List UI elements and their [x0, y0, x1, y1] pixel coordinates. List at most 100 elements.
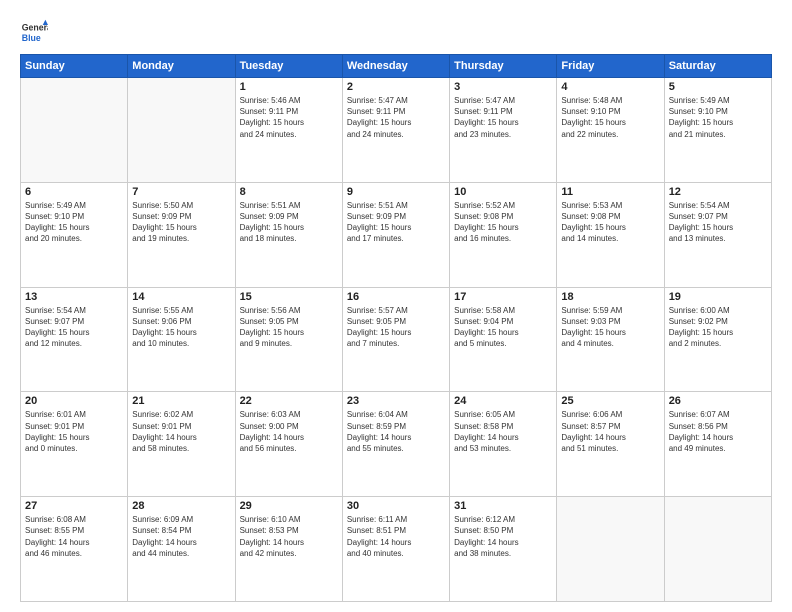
- weekday-header: Friday: [557, 55, 664, 78]
- calendar-day-cell: 14 Sunrise: 5:55 AMSunset: 9:06 PMDayligh…: [128, 287, 235, 392]
- day-number: 7: [132, 186, 230, 198]
- header: General Blue: [20, 18, 772, 46]
- calendar-week-row: 20 Sunrise: 6:01 AMSunset: 9:01 PMDayligh…: [21, 392, 772, 497]
- day-number: 20: [25, 395, 123, 407]
- day-info: Sunrise: 6:11 AMSunset: 8:51 PMDaylight:…: [347, 514, 445, 559]
- day-info: Sunrise: 5:59 AMSunset: 9:03 PMDaylight:…: [561, 305, 659, 350]
- day-info: Sunrise: 5:54 AMSunset: 9:07 PMDaylight:…: [25, 305, 123, 350]
- calendar-day-cell: 7 Sunrise: 5:50 AMSunset: 9:09 PMDaylight…: [128, 182, 235, 287]
- calendar-week-row: 27 Sunrise: 6:08 AMSunset: 8:55 PMDayligh…: [21, 497, 772, 602]
- weekday-header: Monday: [128, 55, 235, 78]
- calendar-day-cell: 10 Sunrise: 5:52 AMSunset: 9:08 PMDayligh…: [450, 182, 557, 287]
- day-info: Sunrise: 5:52 AMSunset: 9:08 PMDaylight:…: [454, 200, 552, 245]
- calendar-day-cell: 24 Sunrise: 6:05 AMSunset: 8:58 PMDayligh…: [450, 392, 557, 497]
- day-number: 15: [240, 291, 338, 303]
- day-number: 10: [454, 186, 552, 198]
- calendar-day-cell: 9Sunrise: 5:51 AMSunset: 9:09 PMDaylight…: [342, 182, 449, 287]
- calendar-day-cell: 4 Sunrise: 5:48 AMSunset: 9:10 PMDaylight…: [557, 78, 664, 183]
- day-info: Sunrise: 6:04 AMSunset: 8:59 PMDaylight:…: [347, 409, 445, 454]
- calendar-day-cell: 2 Sunrise: 5:47 AMSunset: 9:11 PMDaylight…: [342, 78, 449, 183]
- day-number: 27: [25, 500, 123, 512]
- calendar-day-cell: 23 Sunrise: 6:04 AMSunset: 8:59 PMDayligh…: [342, 392, 449, 497]
- calendar-day-cell: 31 Sunrise: 6:12 AMSunset: 8:50 PMDayligh…: [450, 497, 557, 602]
- day-info: Sunrise: 5:54 AMSunset: 9:07 PMDaylight:…: [669, 200, 767, 245]
- day-info: Sunrise: 6:01 AMSunset: 9:01 PMDaylight:…: [25, 409, 123, 454]
- day-number: 12: [669, 186, 767, 198]
- calendar-day-cell: 1 Sunrise: 5:46 AMSunset: 9:11 PMDaylight…: [235, 78, 342, 183]
- day-info: Sunrise: 6:12 AMSunset: 8:50 PMDaylight:…: [454, 514, 552, 559]
- weekday-header: Sunday: [21, 55, 128, 78]
- day-info: Sunrise: 5:46 AMSunset: 9:11 PMDaylight:…: [240, 95, 338, 140]
- weekday-header: Saturday: [664, 55, 771, 78]
- calendar-week-row: 1 Sunrise: 5:46 AMSunset: 9:11 PMDaylight…: [21, 78, 772, 183]
- day-number: 14: [132, 291, 230, 303]
- day-number: 24: [454, 395, 552, 407]
- calendar-day-cell: 26 Sunrise: 6:07 AMSunset: 8:56 PMDayligh…: [664, 392, 771, 497]
- day-info: Sunrise: 6:05 AMSunset: 8:58 PMDaylight:…: [454, 409, 552, 454]
- day-info: Sunrise: 5:51 AMSunset: 9:09 PMDaylight:…: [240, 200, 338, 245]
- day-info: Sunrise: 5:49 AMSunset: 9:10 PMDaylight:…: [25, 200, 123, 245]
- day-number: 5: [669, 81, 767, 93]
- day-number: 8: [240, 186, 338, 198]
- day-number: 18: [561, 291, 659, 303]
- day-number: 31: [454, 500, 552, 512]
- day-number: 13: [25, 291, 123, 303]
- weekday-header: Wednesday: [342, 55, 449, 78]
- calendar-header-row: SundayMondayTuesdayWednesdayThursdayFrid…: [21, 55, 772, 78]
- day-number: 29: [240, 500, 338, 512]
- day-info: Sunrise: 5:48 AMSunset: 9:10 PMDaylight:…: [561, 95, 659, 140]
- day-number: 19: [669, 291, 767, 303]
- calendar-day-cell: [557, 497, 664, 602]
- calendar-day-cell: 28Sunrise: 6:09 AMSunset: 8:54 PMDayligh…: [128, 497, 235, 602]
- page: General Blue SundayMondayTuesdayWednesda…: [0, 0, 792, 612]
- day-number: 1: [240, 81, 338, 93]
- day-info: Sunrise: 6:02 AMSunset: 9:01 PMDaylight:…: [132, 409, 230, 454]
- day-info: Sunrise: 5:51 AMSunset: 9:09 PMDaylight:…: [347, 200, 445, 245]
- day-info: Sunrise: 5:49 AMSunset: 9:10 PMDaylight:…: [669, 95, 767, 140]
- day-info: Sunrise: 6:07 AMSunset: 8:56 PMDaylight:…: [669, 409, 767, 454]
- calendar-day-cell: [128, 78, 235, 183]
- day-info: Sunrise: 6:09 AMSunset: 8:54 PMDaylight:…: [132, 514, 230, 559]
- calendar-day-cell: 6 Sunrise: 5:49 AMSunset: 9:10 PMDaylight…: [21, 182, 128, 287]
- calendar-day-cell: 30 Sunrise: 6:11 AMSunset: 8:51 PMDayligh…: [342, 497, 449, 602]
- day-number: 11: [561, 186, 659, 198]
- day-info: Sunrise: 5:47 AMSunset: 9:11 PMDaylight:…: [454, 95, 552, 140]
- calendar-day-cell: 29 Sunrise: 6:10 AMSunset: 8:53 PMDayligh…: [235, 497, 342, 602]
- calendar-day-cell: 11 Sunrise: 5:53 AMSunset: 9:08 PMDayligh…: [557, 182, 664, 287]
- day-number: 3: [454, 81, 552, 93]
- day-number: 22: [240, 395, 338, 407]
- day-number: 26: [669, 395, 767, 407]
- day-number: 2: [347, 81, 445, 93]
- day-info: Sunrise: 6:10 AMSunset: 8:53 PMDaylight:…: [240, 514, 338, 559]
- logo: General Blue: [20, 18, 52, 46]
- calendar-day-cell: 22 Sunrise: 6:03 AMSunset: 9:00 PMDayligh…: [235, 392, 342, 497]
- calendar-day-cell: 27 Sunrise: 6:08 AMSunset: 8:55 PMDayligh…: [21, 497, 128, 602]
- day-number: 16: [347, 291, 445, 303]
- day-info: Sunrise: 5:47 AMSunset: 9:11 PMDaylight:…: [347, 95, 445, 140]
- day-info: Sunrise: 6:03 AMSunset: 9:00 PMDaylight:…: [240, 409, 338, 454]
- day-info: Sunrise: 5:58 AMSunset: 9:04 PMDaylight:…: [454, 305, 552, 350]
- day-info: Sunrise: 6:00 AMSunset: 9:02 PMDaylight:…: [669, 305, 767, 350]
- calendar-day-cell: 19 Sunrise: 6:00 AMSunset: 9:02 PMDayligh…: [664, 287, 771, 392]
- calendar-week-row: 13 Sunrise: 5:54 AMSunset: 9:07 PMDayligh…: [21, 287, 772, 392]
- day-info: Sunrise: 5:50 AMSunset: 9:09 PMDaylight:…: [132, 200, 230, 245]
- calendar-day-cell: 3 Sunrise: 5:47 AMSunset: 9:11 PMDaylight…: [450, 78, 557, 183]
- calendar-day-cell: 13 Sunrise: 5:54 AMSunset: 9:07 PMDayligh…: [21, 287, 128, 392]
- day-number: 25: [561, 395, 659, 407]
- calendar-table: SundayMondayTuesdayWednesdayThursdayFrid…: [20, 54, 772, 602]
- calendar-day-cell: 12 Sunrise: 5:54 AMSunset: 9:07 PMDayligh…: [664, 182, 771, 287]
- day-number: 6: [25, 186, 123, 198]
- calendar-day-cell: 5 Sunrise: 5:49 AMSunset: 9:10 PMDaylight…: [664, 78, 771, 183]
- day-number: 4: [561, 81, 659, 93]
- calendar-day-cell: [664, 497, 771, 602]
- day-number: 21: [132, 395, 230, 407]
- calendar-day-cell: 15Sunrise: 5:56 AMSunset: 9:05 PMDayligh…: [235, 287, 342, 392]
- calendar-day-cell: 16Sunrise: 5:57 AMSunset: 9:05 PMDayligh…: [342, 287, 449, 392]
- day-info: Sunrise: 5:53 AMSunset: 9:08 PMDaylight:…: [561, 200, 659, 245]
- day-info: Sunrise: 5:55 AMSunset: 9:06 PMDaylight:…: [132, 305, 230, 350]
- calendar-day-cell: 21 Sunrise: 6:02 AMSunset: 9:01 PMDayligh…: [128, 392, 235, 497]
- calendar-day-cell: 25Sunrise: 6:06 AMSunset: 8:57 PMDayligh…: [557, 392, 664, 497]
- day-number: 23: [347, 395, 445, 407]
- day-number: 30: [347, 500, 445, 512]
- day-info: Sunrise: 6:08 AMSunset: 8:55 PMDaylight:…: [25, 514, 123, 559]
